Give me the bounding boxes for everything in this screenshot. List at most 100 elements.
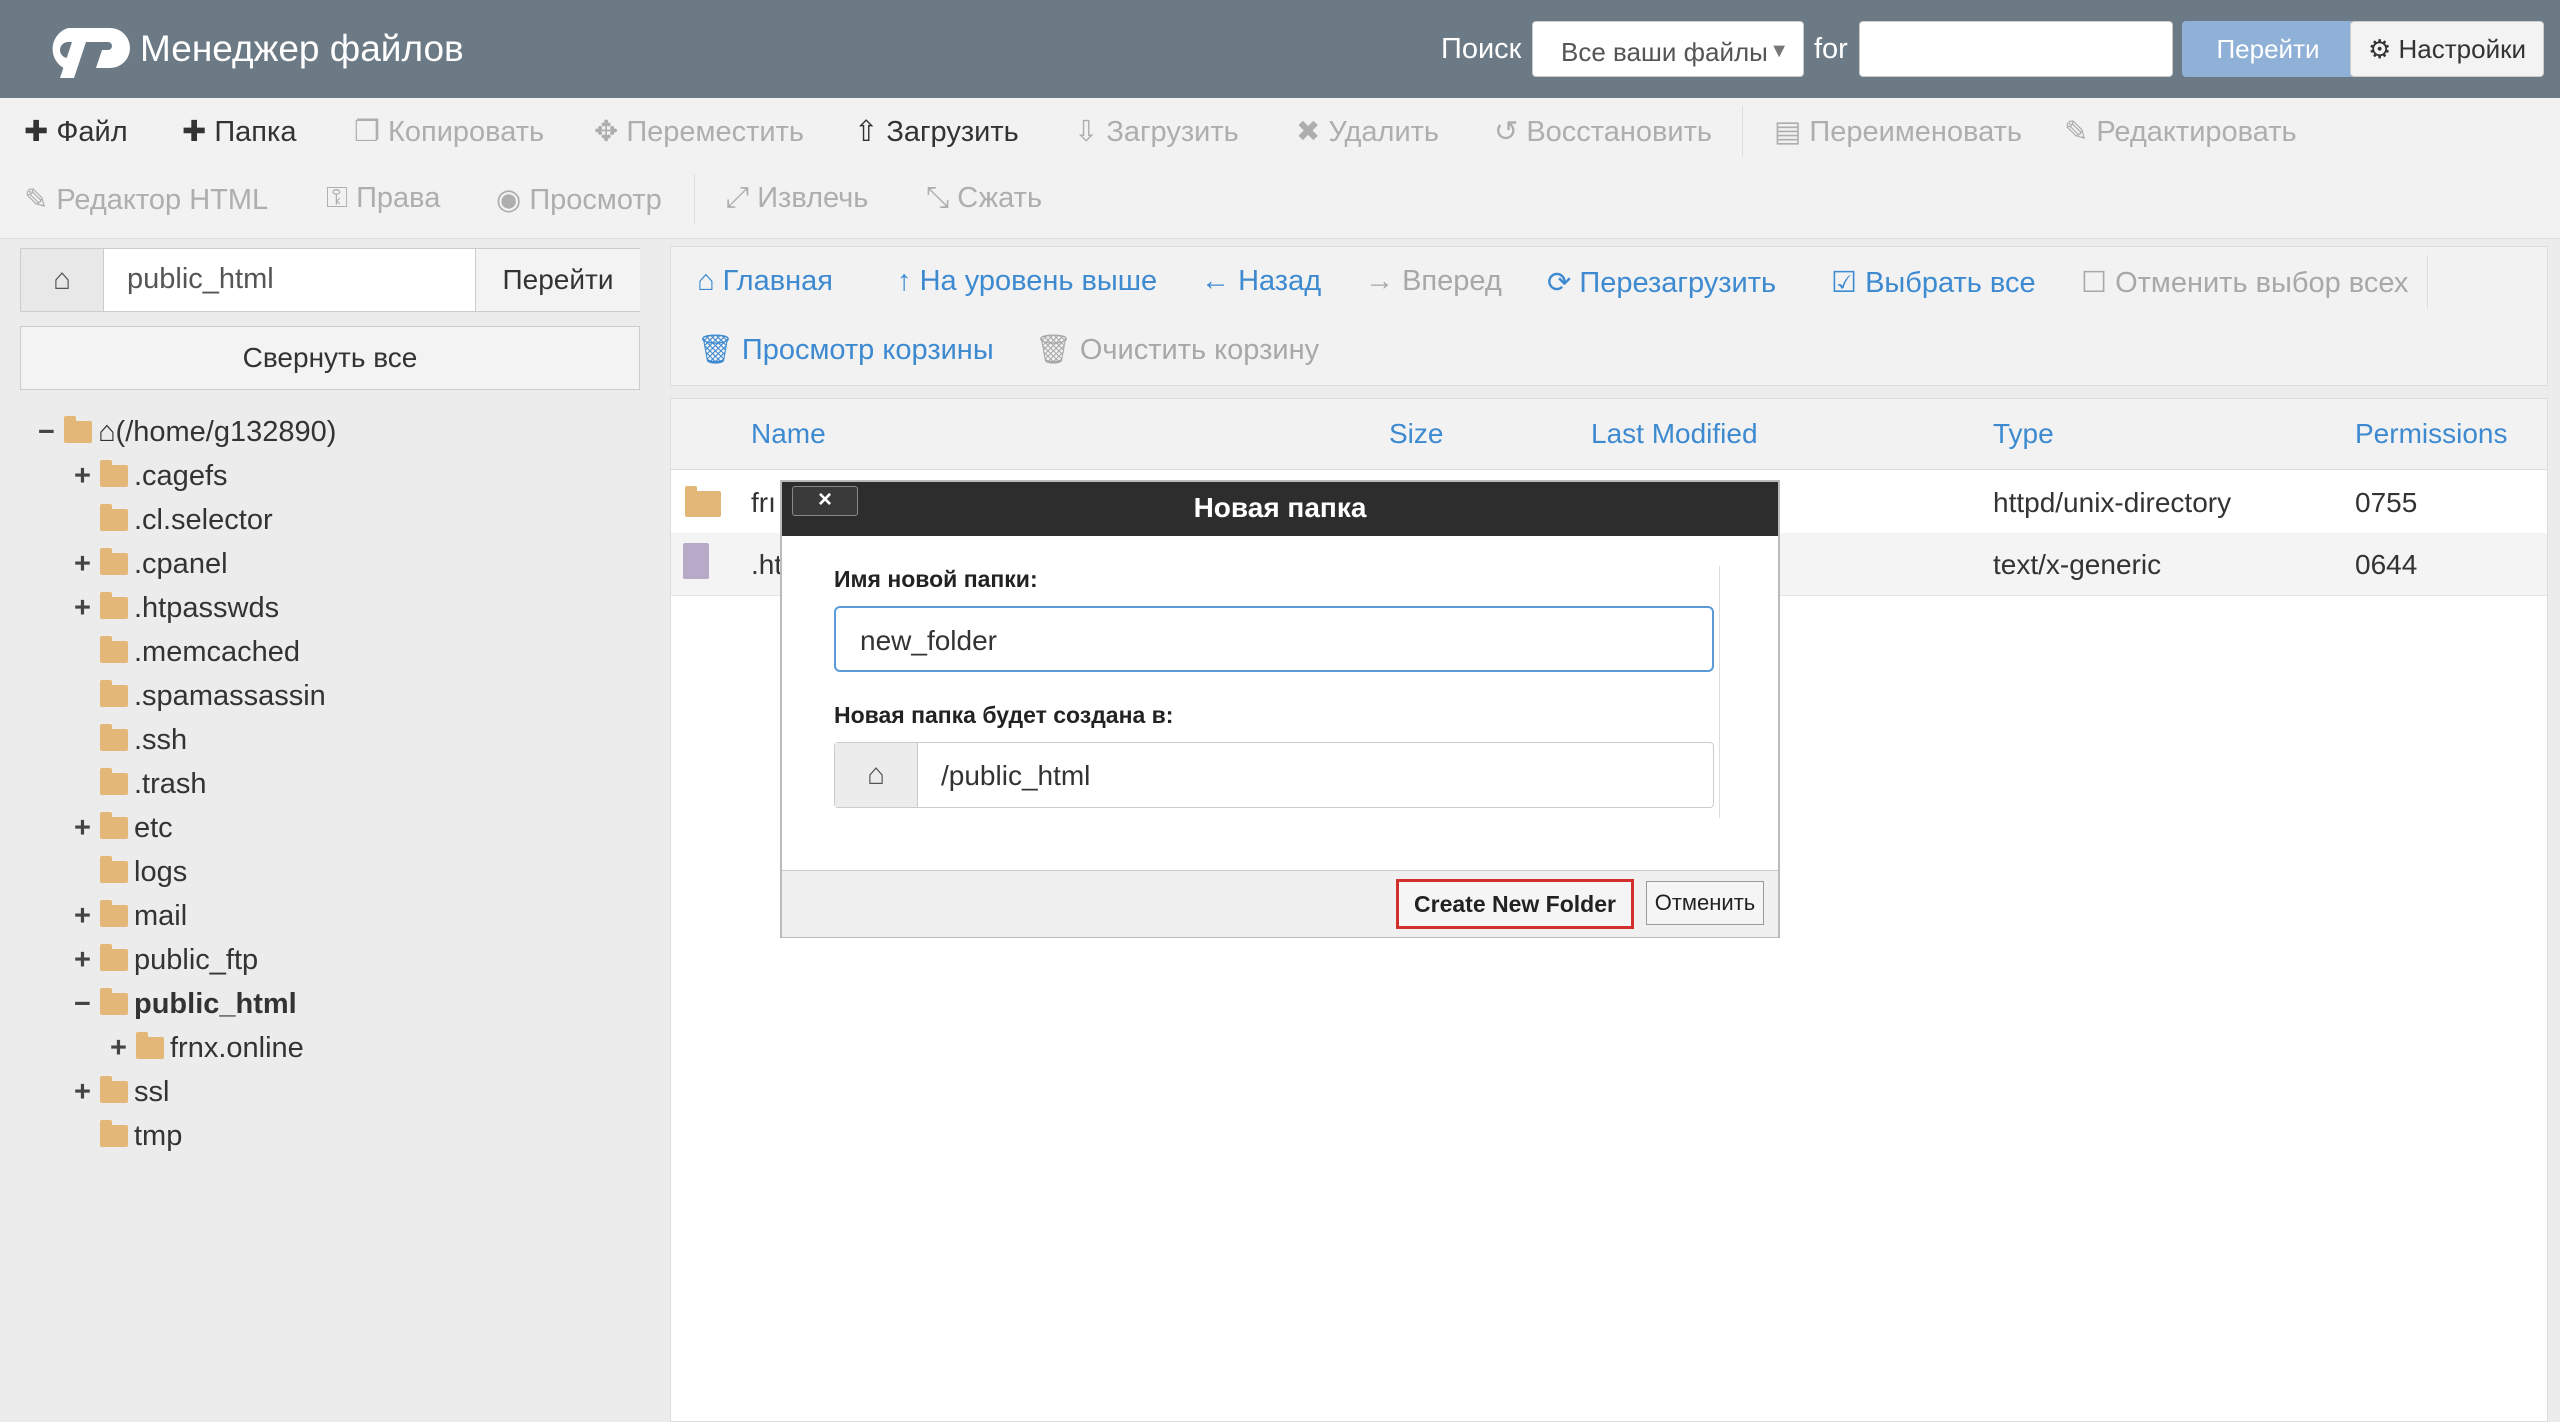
tree-item-home[interactable]: − ⌂(/home/g132890) [38, 416, 336, 449]
rename-button[interactable]: ▤ Переименовать [1774, 114, 2022, 149]
destination-field: ⌂ /public_html [834, 742, 1714, 808]
folder-name-input[interactable]: new_folder [834, 606, 1714, 672]
tree-toggle[interactable]: − [74, 988, 96, 1021]
collapse-all-button[interactable]: Свернуть все [20, 326, 640, 390]
toolbar-divider [1742, 106, 1743, 156]
for-label: for [1814, 33, 1848, 65]
dialog-title: Новая папка [1193, 492, 1367, 523]
column-last-modified[interactable]: Last Modified [1591, 418, 1758, 450]
new-folder-button[interactable]: ✚ Папка [182, 114, 296, 149]
back-button[interactable]: ← Назад [1201, 265, 1321, 298]
dialog-footer: Create New Folder Отменить [782, 870, 1778, 937]
cancel-button[interactable]: Отменить [1646, 881, 1764, 925]
trash-icon: 🗑 [1035, 334, 1080, 366]
tree-item-trash[interactable]: .trash [74, 768, 207, 801]
tree-item-logs[interactable]: logs [74, 856, 187, 889]
home-icon: ⌂ [835, 743, 918, 807]
up-level-button[interactable]: ↑ На уровень выше [897, 265, 1157, 298]
tree-label: .htpasswds [134, 592, 280, 624]
tree-label: .ssh [134, 724, 188, 756]
settings-button[interactable]: ⚙ Настройки [2350, 21, 2544, 77]
edit-label: Редактировать [2096, 116, 2297, 148]
refresh-icon: ⟳ [1547, 267, 1580, 299]
tree-item-tmp[interactable]: tmp [74, 1120, 182, 1153]
reload-button[interactable]: ⟳ Перезагрузить [1547, 265, 1776, 300]
tree-item-spamassassin[interactable]: .spamassassin [74, 680, 326, 713]
forward-button[interactable]: → Вперед [1365, 265, 1502, 298]
new-file-button[interactable]: ✚ Файл [24, 114, 128, 149]
edit-button[interactable]: ✎ Редактировать [2064, 114, 2297, 149]
download-button[interactable]: ⇩ Загрузить [1074, 114, 1239, 149]
tree-label: .cl.selector [134, 504, 273, 536]
column-type[interactable]: Type [1993, 418, 2054, 450]
tree-toggle[interactable]: + [74, 1076, 96, 1109]
tree-toggle[interactable]: + [74, 460, 96, 493]
dialog-scrollbar[interactable] [1719, 566, 1750, 818]
tree-item-cpanel[interactable]: + .cpanel [74, 548, 228, 581]
compress-button[interactable]: ⤡ Сжать [926, 182, 1042, 215]
home-icon[interactable]: ⌂ [21, 249, 104, 311]
upload-button[interactable]: ⇧ Загрузить [854, 114, 1019, 149]
select-all-button[interactable]: ☑ Выбрать все [1831, 265, 2036, 300]
restore-button[interactable]: ↺ Восстановить [1494, 114, 1712, 149]
empty-trash-button[interactable]: 🗑 Очистить корзину [1035, 333, 1319, 367]
permissions-label: Права [356, 182, 441, 214]
tree-toggle[interactable]: − [38, 416, 60, 449]
level-up-icon: ↑ [897, 265, 920, 297]
new-file-label: Файл [56, 116, 128, 148]
home-nav-button[interactable]: ⌂ Главная [697, 265, 833, 298]
tree-item-etc[interactable]: + etc [74, 812, 173, 845]
tree-label: public_html [134, 988, 297, 1020]
destination-input[interactable]: /public_html [941, 760, 1090, 792]
tree-label: .trash [134, 768, 207, 800]
tree-item-ssh[interactable]: .ssh [74, 724, 187, 757]
search-scope-select[interactable]: Все ваши файлы ▼ [1532, 21, 1804, 77]
view-trash-button[interactable]: 🗑 Просмотр корзины [697, 333, 994, 367]
home-icon: ⌂ [697, 265, 723, 297]
tree-item-ssl[interactable]: + ssl [74, 1076, 169, 1109]
copy-button[interactable]: ❐ Копировать [354, 114, 544, 149]
tree-label: .memcached [134, 636, 301, 668]
column-permissions[interactable]: Permissions [2355, 418, 2507, 450]
path-input[interactable]: public_html [127, 263, 274, 296]
copy-label: Копировать [388, 116, 545, 148]
tree-item-public-ftp[interactable]: + public_ftp [74, 944, 258, 977]
delete-button[interactable]: ✖ Удалить [1296, 114, 1439, 149]
tree-item-cl-selector[interactable]: .cl.selector [74, 504, 273, 537]
tree-item-cagefs[interactable]: + .cagefs [74, 460, 228, 493]
deselect-all-button[interactable]: ☐ Отменить выбор всех [2081, 265, 2408, 300]
reload-label: Перезагрузить [1579, 267, 1777, 299]
search-input[interactable] [1859, 21, 2173, 77]
tree-item-public-html[interactable]: − public_html [74, 988, 297, 1021]
permissions-button[interactable]: ⚿ Права [326, 182, 440, 215]
column-size[interactable]: Size [1389, 418, 1443, 450]
path-bar: ⌂ public_html Перейти [20, 248, 640, 312]
column-name[interactable]: Name [751, 418, 826, 450]
tree-toggle[interactable]: + [74, 812, 96, 845]
move-button[interactable]: ✥ Переместить [594, 114, 804, 149]
tree-toggle[interactable]: + [74, 548, 96, 581]
html-editor-button[interactable]: ✎ Редактор HTML [24, 182, 268, 217]
folder-icon [100, 1120, 128, 1147]
pencil-icon: ✎ [2064, 116, 2089, 148]
tree-item-memcached[interactable]: .memcached [74, 636, 300, 669]
create-new-folder-button[interactable]: Create New Folder [1396, 879, 1634, 929]
path-go-button[interactable]: Перейти [475, 249, 640, 311]
extract-label: Извлечь [757, 182, 869, 214]
tree-item-htpasswds[interactable]: + .htpasswds [74, 592, 279, 625]
extract-button[interactable]: ⤢ Извлечь [726, 182, 868, 215]
settings-label: Настройки [2398, 34, 2527, 64]
close-icon[interactable]: × [792, 486, 858, 516]
folder-icon [100, 504, 128, 531]
tree-toggle[interactable]: + [110, 1032, 132, 1065]
tree-label: .cpanel [134, 548, 228, 580]
tree-toggle[interactable]: + [74, 900, 96, 933]
search-go-button[interactable]: Перейти [2182, 21, 2354, 77]
tree-item-frnx-online[interactable]: + frnx.online [110, 1032, 304, 1065]
move-label: Переместить [626, 116, 804, 148]
tree-toggle[interactable]: + [74, 592, 96, 625]
tree-toggle[interactable]: + [74, 944, 96, 977]
tree-item-mail[interactable]: + mail [74, 900, 187, 933]
tree-label: etc [134, 812, 173, 844]
view-button[interactable]: ◉ Просмотр [496, 182, 662, 217]
